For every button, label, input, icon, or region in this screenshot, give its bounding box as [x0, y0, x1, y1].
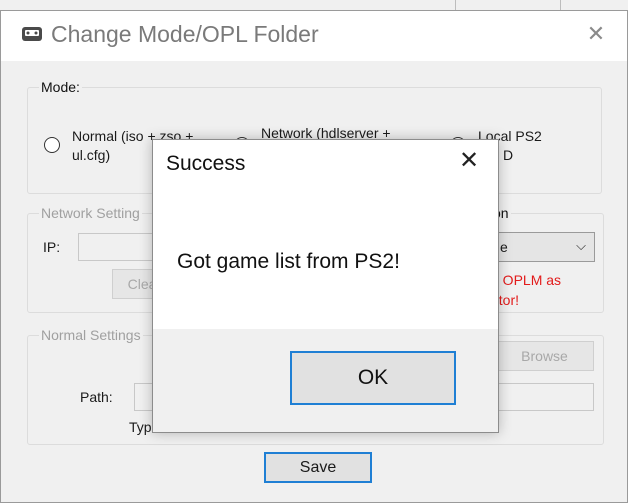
normal-settings-legend: Normal Settings: [39, 327, 143, 343]
dialog-title: Success: [166, 152, 246, 175]
network-settings-legend: Network Setting: [39, 205, 142, 221]
dialog-message: Got game list from PS2!: [177, 250, 400, 273]
ok-button[interactable]: OK: [290, 351, 456, 405]
close-icon[interactable]: ✕: [456, 148, 482, 174]
window-close-icon[interactable]: ✕: [585, 23, 607, 45]
window-title: Change Mode/OPL Folder: [51, 21, 319, 47]
mode-combo[interactable]: e ⌵: [489, 232, 595, 262]
mode-legend: Mode:: [39, 79, 82, 95]
mode-combo-value: e: [500, 239, 508, 255]
path-label: Path:: [80, 389, 113, 405]
browse-button[interactable]: Browse: [495, 341, 594, 371]
ip-label: IP:: [43, 239, 61, 255]
mode-normal-radio[interactable]: [44, 137, 60, 153]
admin-warning-line1: n OPLM as: [491, 272, 562, 288]
mode-normal-label-2: ul.cfg): [72, 147, 111, 163]
chevron-down-icon: ⌵: [576, 238, 586, 253]
ps2-app-icon: [22, 27, 42, 41]
type-label: Typ: [129, 419, 152, 435]
title-bar: Change Mode/OPL Folder ✕: [1, 11, 627, 61]
mode-local-label-2: D: [503, 147, 514, 163]
save-button[interactable]: Save: [264, 452, 372, 483]
dialog-footer: OK: [153, 329, 498, 432]
success-dialog: Success ✕ Got game list from PS2! OK: [152, 139, 499, 433]
